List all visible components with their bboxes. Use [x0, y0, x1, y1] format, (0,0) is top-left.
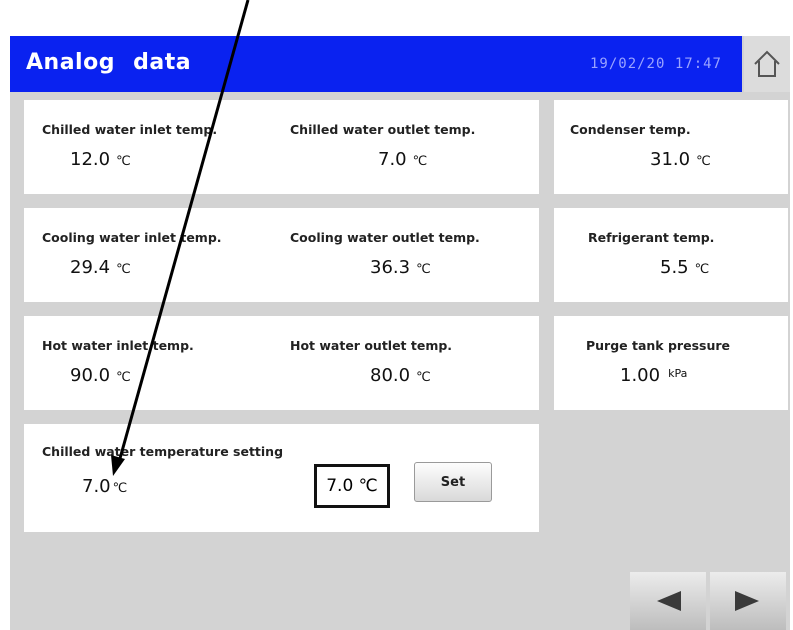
set-button[interactable]: Set	[414, 462, 492, 502]
chilled-outlet-value-row: 7.0 ℃	[378, 149, 475, 170]
cooling-outlet-label: Cooling water outlet temp.	[290, 230, 480, 245]
setting-label: Chilled water temperature setting	[42, 444, 284, 459]
refrigerant-value-row: 5.5 ℃	[660, 257, 714, 278]
hot-inlet-label: Hot water inlet temp.	[42, 338, 194, 353]
refrigerant-value: 5.5	[660, 257, 689, 278]
home-button[interactable]	[744, 36, 790, 92]
refrigerant-unit: ℃	[694, 262, 710, 277]
chilled-inlet-value-row: 12.0 ℃	[70, 149, 217, 170]
hot-inlet-value: 90.0	[70, 365, 111, 386]
panel-hot-water: Hot water inlet temp. 90.0 ℃ Hot water ou…	[24, 316, 539, 410]
triangle-left-icon	[657, 591, 681, 611]
refrigerant-reading: Refrigerant temp. 5.5 ℃	[588, 230, 714, 278]
page-title: Analog data	[26, 50, 192, 75]
chilled-inlet-reading: Chilled water inlet temp. 12.0 ℃	[42, 122, 217, 170]
hot-outlet-value-row: 80.0 ℃	[370, 365, 452, 386]
panel-condenser: Condenser temp. 31.0 ℃	[554, 100, 788, 194]
condenser-value: 31.0	[650, 149, 691, 170]
condenser-reading: Condenser temp. 31.0 ℃	[570, 122, 711, 170]
title-bar: Analog data 19/02/20 17:47	[10, 36, 742, 92]
setting-current-row: 7.0 ℃	[82, 476, 127, 497]
hmi-screen: Analog data 19/02/20 17:47 Chilled water…	[10, 36, 790, 630]
chilled-inlet-label: Chilled water inlet temp.	[42, 122, 218, 137]
cooling-outlet-unit: ℃	[416, 262, 431, 277]
setting-current-value: 7.0	[82, 476, 111, 497]
panel-chilled-water: Chilled water inlet temp. 12.0 ℃ Chilled …	[24, 100, 539, 194]
chilled-inlet-unit: ℃	[116, 154, 131, 169]
cooling-inlet-label: Cooling water inlet temp.	[42, 230, 222, 245]
hot-outlet-label: Hot water outlet temp.	[290, 338, 453, 353]
cooling-inlet-value-row: 29.4 ℃	[70, 257, 222, 278]
hot-inlet-value-row: 90.0 ℃	[70, 365, 194, 386]
chilled-outlet-unit: ℃	[412, 154, 428, 169]
chilled-outlet-reading: Chilled water outlet temp. 7.0 ℃	[290, 122, 475, 170]
cooling-inlet-reading: Cooling water inlet temp. 29.4 ℃	[42, 230, 222, 278]
next-page-button[interactable]	[710, 572, 786, 630]
purge-tank-label: Purge tank pressure	[586, 338, 730, 353]
home-icon	[754, 50, 780, 77]
hot-inlet-unit: ℃	[116, 370, 131, 385]
datetime-display: 19/02/20 17:47	[589, 56, 722, 72]
panel-temperature-setting: Chilled water temperature setting 7.0 ℃ 7…	[24, 424, 539, 532]
chilled-outlet-value: 7.0	[378, 149, 407, 170]
chilled-outlet-label: Chilled water outlet temp.	[290, 122, 476, 137]
hot-inlet-reading: Hot water inlet temp. 90.0 ℃	[42, 338, 194, 386]
condenser-value-row: 31.0 ℃	[650, 149, 711, 170]
condenser-label: Condenser temp.	[570, 122, 691, 137]
purge-tank-value-row: 1.00 kPa	[620, 365, 730, 386]
panel-refrigerant: Refrigerant temp. 5.5 ℃	[554, 208, 788, 302]
purge-tank-unit: kPa	[668, 367, 688, 380]
purge-tank-value: 1.00	[620, 365, 661, 386]
purge-tank-reading: Purge tank pressure 1.00 kPa	[586, 338, 730, 386]
hot-outlet-reading: Hot water outlet temp. 80.0 ℃	[290, 338, 452, 386]
triangle-right-icon	[735, 591, 759, 611]
cooling-outlet-value-row: 36.3 ℃	[370, 257, 480, 278]
prev-page-button[interactable]	[630, 572, 706, 630]
panel-purge-tank: Purge tank pressure 1.00 kPa	[554, 316, 788, 410]
setting-input[interactable]: 7.0 ℃	[314, 464, 390, 508]
condenser-unit: ℃	[696, 154, 711, 169]
chilled-inlet-value: 12.0	[70, 149, 111, 170]
hot-outlet-unit: ℃	[416, 370, 431, 385]
hot-outlet-value: 80.0	[370, 365, 411, 386]
refrigerant-label: Refrigerant temp.	[588, 230, 715, 245]
cooling-outlet-reading: Cooling water outlet temp. 36.3 ℃	[290, 230, 480, 278]
cooling-inlet-value: 29.4	[70, 257, 111, 278]
setting-current-unit: ℃	[112, 481, 128, 496]
cooling-outlet-value: 36.3	[370, 257, 411, 278]
cooling-inlet-unit: ℃	[116, 262, 131, 277]
panel-cooling-water: Cooling water inlet temp. 29.4 ℃ Cooling …	[24, 208, 539, 302]
